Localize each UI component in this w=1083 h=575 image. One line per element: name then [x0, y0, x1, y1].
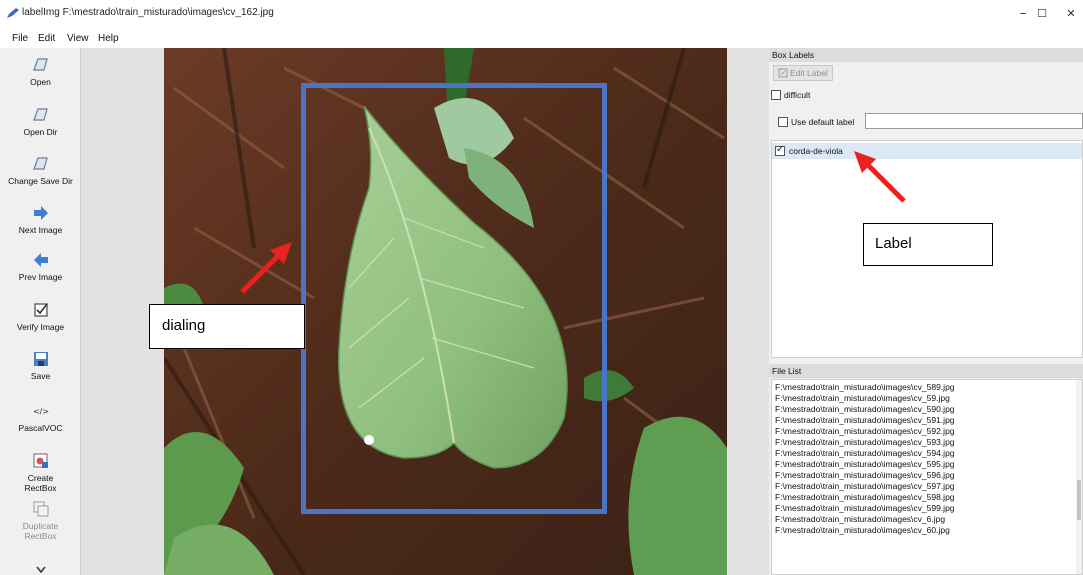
red-arrow-icon — [854, 151, 906, 203]
floppy-disk-icon — [33, 352, 48, 366]
arrow-left-icon — [33, 253, 48, 267]
verify-image-button[interactable]: Verify Image — [0, 301, 81, 332]
duplicate-rectbox-icon — [33, 501, 48, 517]
use-default-label-text: Use default label — [791, 117, 855, 127]
file-list-item[interactable]: F:\mestrado\train_misturado\images\cv_59… — [775, 426, 955, 437]
folder-open-icon — [32, 108, 48, 121]
title-bar: labelImg F:\mestrado\train_misturado\ima… — [0, 0, 1083, 30]
save-format-button[interactable]: </> PascalVOC — [0, 402, 81, 433]
arrow-right-icon — [33, 206, 48, 220]
open-button[interactable]: Open — [0, 56, 81, 87]
svg-text:</>: </> — [32, 407, 48, 416]
duplicate-rectbox-label: Duplicate RectBox — [22, 521, 59, 541]
close-button[interactable]: ✕ — [1056, 4, 1083, 24]
file-list-scrollbar[interactable] — [1076, 380, 1082, 574]
file-list-item[interactable]: F:\mestrado\train_misturado\images\cv_59… — [775, 393, 950, 404]
app-tag-icon — [7, 8, 19, 18]
tool-bar: Open Open Dir Change Save Dir Next Image… — [0, 48, 81, 575]
box-labels-title: Box Labels — [769, 48, 1083, 62]
edit-label-button[interactable]: Edit Label — [773, 65, 833, 81]
duplicate-rectbox-button[interactable]: Duplicate RectBox — [0, 500, 81, 541]
label-item-text: corda-de-viola — [789, 146, 843, 156]
label-list[interactable]: corda-de-viola Label — [771, 140, 1083, 358]
file-list-item[interactable]: F:\mestrado\train_misturado\images\cv_59… — [775, 448, 955, 459]
file-list-item[interactable]: F:\mestrado\train_misturado\images\cv_59… — [775, 404, 955, 415]
file-list-item[interactable]: F:\mestrado\train_misturado\images\cv_58… — [775, 382, 955, 393]
window-title: labelImg F:\mestrado\train_misturado\ima… — [22, 7, 274, 18]
use-default-label-checkbox[interactable] — [778, 117, 788, 127]
open-dir-button[interactable]: Open Dir — [0, 106, 81, 137]
file-list-item[interactable]: F:\mestrado\train_misturado\images\cv_60… — [775, 525, 950, 536]
difficult-label: difficult — [784, 90, 811, 100]
menu-view[interactable]: View — [67, 33, 89, 44]
file-list-item[interactable]: F:\mestrado\train_misturado\images\cv_59… — [775, 492, 955, 503]
menu-bar: File Edit View Help — [0, 30, 1083, 48]
save-button[interactable]: Save — [0, 350, 81, 381]
default-label-input[interactable] — [865, 113, 1083, 129]
file-list-title: File List — [769, 364, 1083, 378]
open-dir-label: Open Dir — [23, 127, 58, 137]
file-list-item[interactable]: F:\mestrado\train_misturado\images\cv_59… — [775, 470, 955, 481]
prev-image-button[interactable]: Prev Image — [0, 251, 81, 282]
menu-edit[interactable]: Edit — [38, 33, 55, 44]
label-item[interactable]: corda-de-viola — [772, 143, 1082, 159]
next-image-button[interactable]: Next Image — [0, 204, 81, 235]
difficult-checkbox[interactable] — [771, 90, 781, 100]
edit-pencil-icon — [778, 68, 788, 78]
file-list-item[interactable]: F:\mestrado\train_misturado\images\cv_59… — [775, 415, 955, 426]
edit-label-text: Edit Label — [790, 68, 828, 78]
save-format-label: PascalVOC — [18, 423, 63, 433]
folder-open-icon — [32, 157, 48, 170]
callout-dialing: dialing — [149, 304, 305, 349]
menu-file[interactable]: File — [12, 33, 28, 44]
next-image-label: Next Image — [18, 225, 63, 235]
verify-image-label: Verify Image — [16, 322, 65, 332]
save-label: Save — [30, 371, 51, 381]
file-list-item[interactable]: F:\mestrado\train_misturado\images\cv_59… — [775, 437, 955, 448]
callout-label: Label — [863, 223, 993, 266]
maximize-button[interactable]: ☐ — [1027, 4, 1057, 24]
scroll-thumb[interactable] — [1077, 480, 1081, 520]
file-list-item[interactable]: F:\mestrado\train_misturado\images\cv_59… — [775, 481, 955, 492]
file-list-item[interactable]: F:\mestrado\train_misturado\images\cv_59… — [775, 459, 955, 470]
create-rectbox-label: Create RectBox — [24, 473, 57, 493]
file-list[interactable]: F:\mestrado\train_misturado\images\cv_58… — [771, 379, 1083, 575]
file-list-item[interactable]: F:\mestrado\train_misturado\images\cv_59… — [775, 503, 955, 514]
red-arrow-icon — [240, 242, 292, 294]
create-rectbox-button[interactable]: Create RectBox — [0, 452, 81, 493]
label-visible-checkbox[interactable] — [775, 144, 785, 156]
create-rectbox-icon — [33, 453, 48, 468]
folder-open-icon — [32, 58, 48, 71]
right-panel: Box Labels Edit Label difficult Use defa… — [769, 48, 1083, 575]
bounding-box[interactable] — [301, 83, 607, 514]
change-save-dir-label: Change Save Dir — [8, 176, 73, 186]
change-save-dir-button[interactable]: Change Save Dir — [0, 155, 81, 186]
image-canvas[interactable]: dialing — [81, 48, 769, 575]
open-label: Open — [30, 77, 51, 87]
code-tag-icon: </> — [32, 407, 48, 416]
file-list-item[interactable]: F:\mestrado\train_misturado\images\cv_6.… — [775, 514, 945, 525]
chevron-down-icon[interactable] — [36, 566, 46, 574]
prev-image-label: Prev Image — [18, 272, 63, 282]
menu-help[interactable]: Help — [98, 33, 119, 44]
checkbox-icon — [33, 303, 48, 317]
